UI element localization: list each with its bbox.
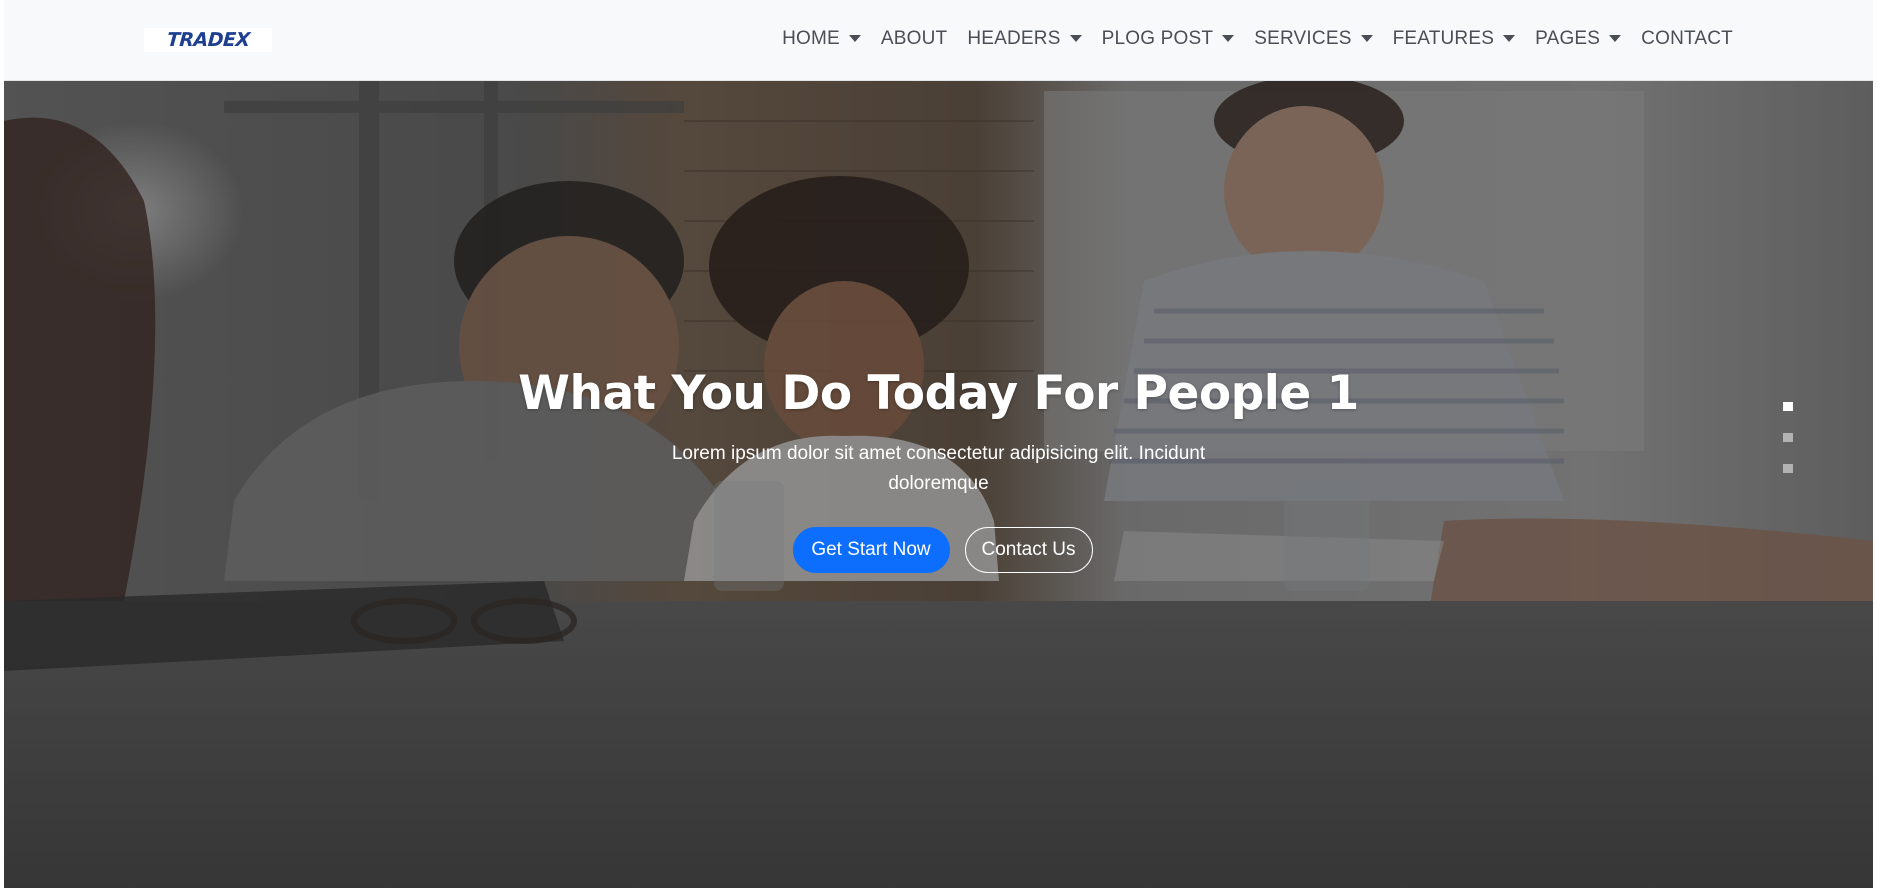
hero-buttons: Get Start Now Contact Us xyxy=(4,527,1873,573)
caret-down-icon xyxy=(848,35,861,42)
nav-item-label: HOME xyxy=(782,27,840,49)
nav-item-contact[interactable]: CONTACT xyxy=(1631,28,1743,50)
carousel-indicators xyxy=(1783,402,1793,473)
brand-logo[interactable]: TRADEX xyxy=(144,28,272,52)
caret-down-icon xyxy=(1503,35,1516,42)
nav-item-services[interactable]: SERVICES xyxy=(1244,28,1382,50)
hero-title: What You Do Today For People 1 xyxy=(518,366,1359,421)
caret-down-icon xyxy=(1360,35,1373,42)
nav-item-home[interactable]: HOME xyxy=(772,28,871,50)
hero-carousel: What You Do Today For People 1 Lorem ips… xyxy=(4,81,1873,888)
nav-item-label: SERVICES xyxy=(1254,27,1352,49)
carousel-indicator-1[interactable] xyxy=(1783,402,1793,411)
nav-item-label: ABOUT xyxy=(880,27,948,49)
nav-item-features[interactable]: FEATURES xyxy=(1383,28,1526,50)
nav-item-label: PLOG POST xyxy=(1101,27,1214,49)
caret-down-icon xyxy=(1609,35,1622,42)
hero-content: What You Do Today For People 1 Lorem ips… xyxy=(4,366,1873,573)
carousel-indicator-3[interactable] xyxy=(1783,464,1793,473)
brand-logo-text: TRADEX xyxy=(165,29,251,51)
nav-item-pages[interactable]: PAGES xyxy=(1525,28,1631,50)
caret-down-icon xyxy=(1069,35,1082,42)
nav-item-label: PAGES xyxy=(1535,27,1601,49)
page: TRADEX HOME ABOUT HEADERS PLOG POST SERV… xyxy=(0,0,1877,888)
nav-item-headers[interactable]: HEADERS xyxy=(957,28,1091,50)
nav-item-label: FEATURES xyxy=(1392,27,1495,49)
nav-item-label: HEADERS xyxy=(967,27,1061,49)
carousel-indicator-2[interactable] xyxy=(1783,433,1793,442)
nav-links: HOME ABOUT HEADERS PLOG POST SERVICES FE… xyxy=(772,0,1743,77)
nav-item-label: CONTACT xyxy=(1641,27,1733,49)
navbar: TRADEX HOME ABOUT HEADERS PLOG POST SERV… xyxy=(4,0,1873,81)
nav-item-about[interactable]: ABOUT xyxy=(871,28,957,50)
get-start-now-button[interactable]: Get Start Now xyxy=(792,527,950,573)
caret-down-icon xyxy=(1222,35,1235,42)
hero-description: Lorem ipsum dolor sit amet consectetur a… xyxy=(671,443,1206,494)
nav-item-plog-post[interactable]: PLOG POST xyxy=(1092,28,1245,50)
contact-us-button[interactable]: Contact Us xyxy=(964,527,1093,573)
